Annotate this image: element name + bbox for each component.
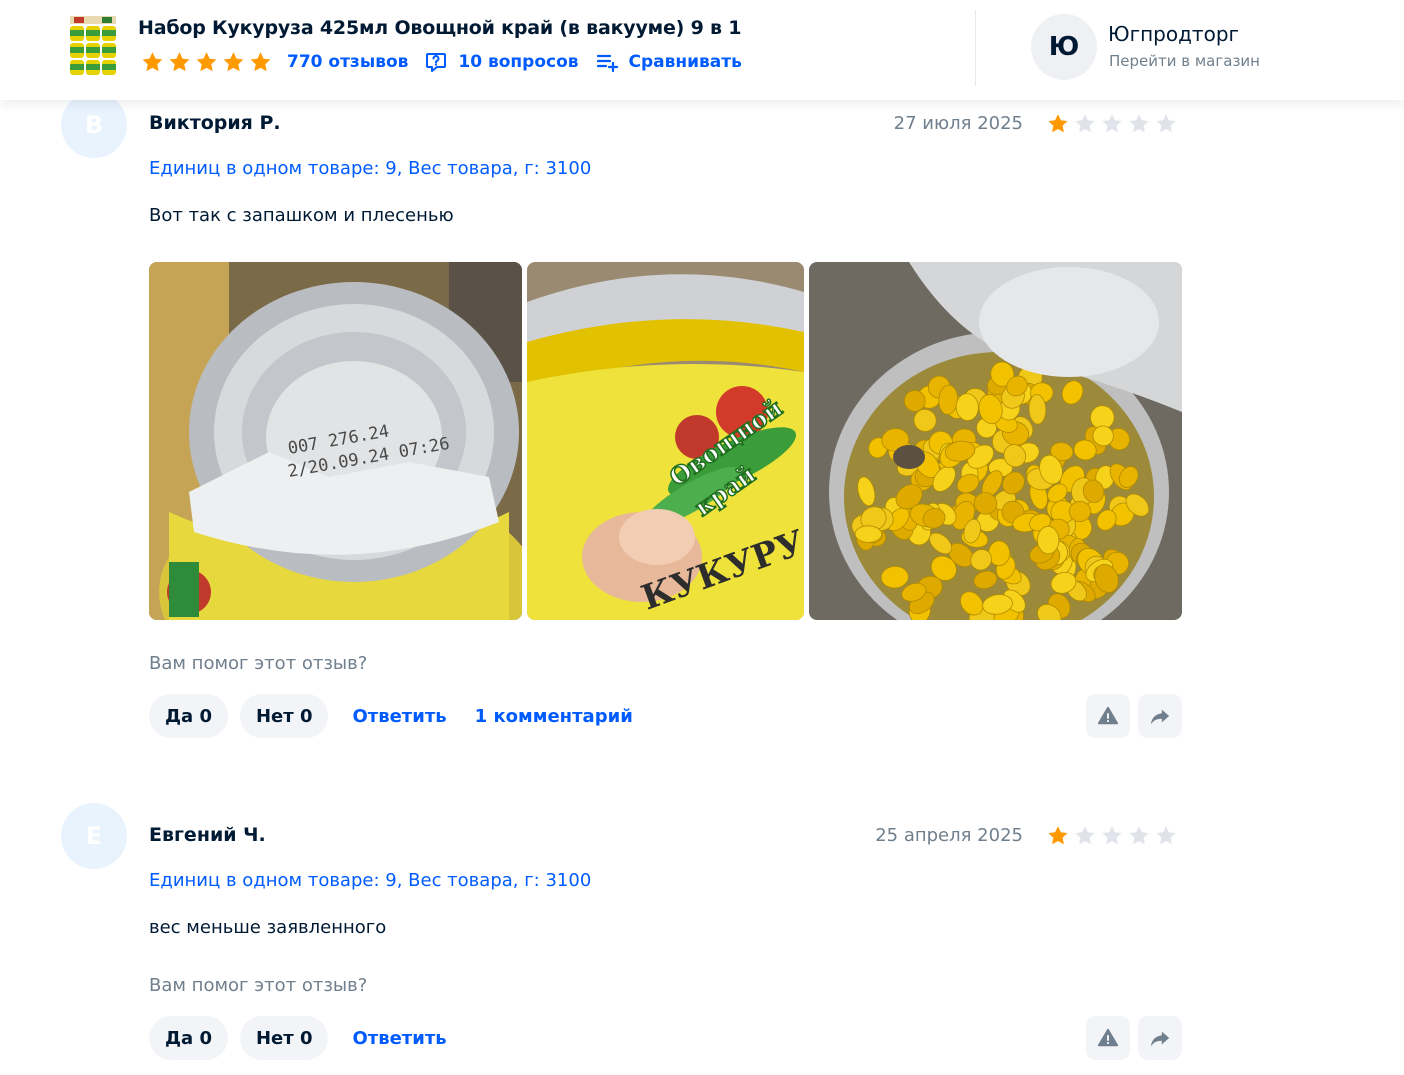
star-icon: [248, 50, 273, 75]
product-title[interactable]: Набор Кукуруза 425мл Овощной край (в вак…: [138, 17, 741, 39]
go-to-shop-link[interactable]: Перейти в магазин: [1109, 52, 1260, 70]
reply-button[interactable]: Ответить: [352, 1028, 446, 1049]
review-text: вес меньше заявленного: [149, 917, 387, 938]
review-text: Вот так с запашком и плесенью: [149, 205, 454, 226]
question-bubble-icon: [426, 53, 447, 72]
helpful-no-button[interactable]: Нет 0: [239, 694, 329, 738]
product-meta-row: 770 отзывов 10 вопросов Сравнивать: [140, 49, 742, 75]
review-variant-link[interactable]: Единиц в одном товаре: 9, Вес товара, г:…: [149, 158, 591, 179]
warning-icon: [1097, 706, 1119, 725]
review-actions: Да 0 Нет 0 Ответить: [149, 1016, 465, 1060]
compare-link-label: Сравнивать: [628, 52, 742, 72]
helpful-yes-button[interactable]: Да 0: [149, 1016, 228, 1060]
corn-kernel: [854, 525, 883, 543]
star-icon: [194, 50, 219, 75]
helpful-question: Вам помог этот отзыв?: [149, 975, 368, 996]
share-arrow-icon: [1150, 709, 1170, 725]
warning-icon: [1097, 1028, 1119, 1047]
star-empty-icon: [1154, 112, 1178, 136]
star-empty-icon: [1100, 112, 1124, 136]
share-arrow-icon: [1150, 1031, 1170, 1047]
questions-link-label: 10 вопросов: [458, 52, 579, 72]
compare-link[interactable]: Сравнивать: [595, 50, 742, 74]
helpful-yes-button[interactable]: Да 0: [149, 694, 228, 738]
sticky-product-header: Набор Кукуруза 425мл Овощной край (в вак…: [0, 0, 1404, 100]
review-rating-stars: [1046, 112, 1178, 136]
can-label-photo[interactable]: Овощной край КУКУРУ: [527, 262, 804, 620]
star-empty-icon: [1073, 112, 1097, 136]
avatar: Е: [61, 803, 127, 869]
share-button[interactable]: [1138, 694, 1182, 738]
corn-kernels-photo[interactable]: [809, 262, 1182, 620]
reply-button[interactable]: Ответить: [352, 706, 446, 727]
report-button[interactable]: [1086, 1016, 1130, 1060]
review-date: 27 июля 2025: [893, 113, 1023, 134]
star-icon: [221, 50, 246, 75]
share-button[interactable]: [1138, 1016, 1182, 1060]
shop-avatar[interactable]: Ю: [1031, 14, 1097, 80]
compare-list-icon: [596, 54, 618, 73]
star-empty-icon: [1127, 112, 1151, 136]
comments-link[interactable]: 1 комментарий: [475, 706, 633, 727]
questions-link[interactable]: 10 вопросов: [424, 50, 579, 74]
product-thumbnail[interactable]: [66, 14, 120, 76]
star-icon: [1046, 824, 1070, 848]
review-author: Виктория Р.: [149, 112, 281, 134]
review-date: 25 апреля 2025: [875, 825, 1023, 846]
header-divider: [975, 10, 976, 86]
can-lid-photo[interactable]: 007 276.24 2/20.09.24 07:26: [149, 262, 522, 620]
avatar: В: [61, 92, 127, 158]
report-button[interactable]: [1086, 694, 1130, 738]
star-empty-icon: [1154, 824, 1178, 848]
star-empty-icon: [1100, 824, 1124, 848]
review-rating-stars: [1046, 824, 1178, 848]
review-author: Евгений Ч.: [149, 824, 266, 846]
helpful-no-button[interactable]: Нет 0: [239, 1016, 329, 1060]
review-actions: Да 0 Нет 0 Ответить 1 комментарий: [149, 694, 651, 738]
star-icon: [140, 50, 165, 75]
star-icon: [167, 50, 192, 75]
review-photos: 007 276.24 2/20.09.24 07:26 Овощной край…: [149, 262, 1182, 620]
star-empty-icon: [1127, 824, 1151, 848]
product-rating-stars: [140, 50, 273, 75]
shop-name[interactable]: Югпродторг: [1108, 22, 1239, 46]
reviews-count-link[interactable]: 770 отзывов: [287, 52, 408, 72]
star-icon: [1046, 112, 1070, 136]
review-variant-link[interactable]: Единиц в одном товаре: 9, Вес товара, г:…: [149, 870, 591, 891]
corn-kernel: [1037, 525, 1060, 555]
helpful-question: Вам помог этот отзыв?: [149, 653, 368, 674]
star-empty-icon: [1073, 824, 1097, 848]
